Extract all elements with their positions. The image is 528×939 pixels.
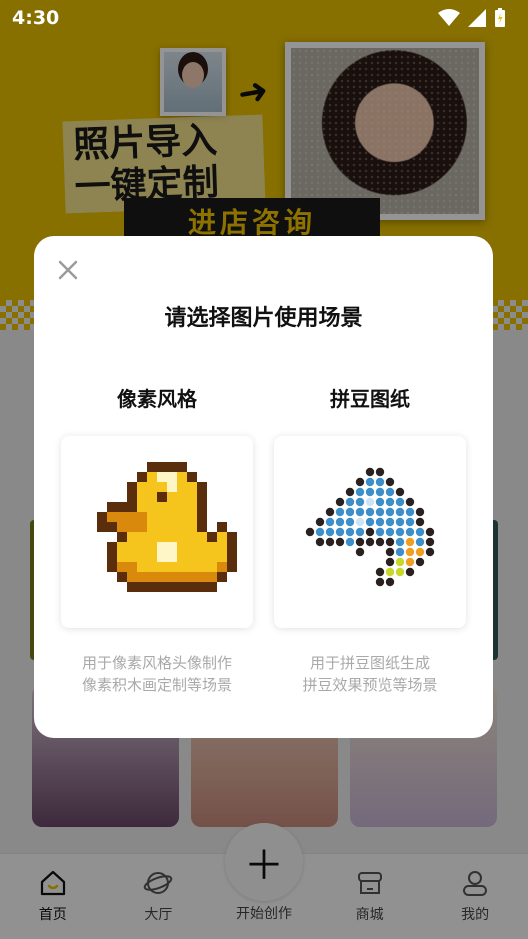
option-desc-line2: 拼豆效果预览等场景: [302, 676, 438, 694]
option-title: 像素风格: [117, 387, 197, 411]
wifi-icon: [438, 9, 460, 26]
signal-icon: [468, 9, 486, 27]
option-pixel-style[interactable]: 像素风格 用于像素风格头像制作 像素积木画定制等场景: [61, 382, 253, 696]
battery-icon: [495, 8, 505, 27]
close-button[interactable]: [54, 256, 82, 284]
option-description: 用于拼豆图纸生成 拼豆效果预览等场景: [274, 652, 466, 696]
status-icons: [438, 8, 506, 28]
bead-bird-icon: [305, 467, 435, 587]
option-description: 用于像素风格头像制作 像素积木画定制等场景: [61, 652, 253, 696]
option-desc-line1: 用于拼豆图纸生成: [309, 654, 430, 672]
status-time: 4:30: [12, 7, 60, 29]
option-desc-line1: 用于像素风格头像制作: [81, 654, 232, 672]
pixel-duck-icon: [97, 462, 237, 592]
close-icon: [58, 260, 78, 280]
status-bar: 4:30: [0, 0, 528, 36]
option-card[interactable]: [274, 436, 466, 628]
option-title: 拼豆图纸: [330, 387, 410, 411]
scene-select-dialog: 请选择图片使用场景 像素风格 用于像素风格头像制作 像素积木画定制等场景 拼豆图…: [34, 236, 493, 738]
dialog-title: 请选择图片使用场景: [164, 306, 363, 331]
option-card[interactable]: [61, 436, 253, 628]
option-desc-line2: 像素积木画定制等场景: [81, 676, 232, 694]
option-bead-pattern[interactable]: 拼豆图纸 用于拼豆图纸生成 拼豆效果预览等场景: [274, 382, 466, 696]
